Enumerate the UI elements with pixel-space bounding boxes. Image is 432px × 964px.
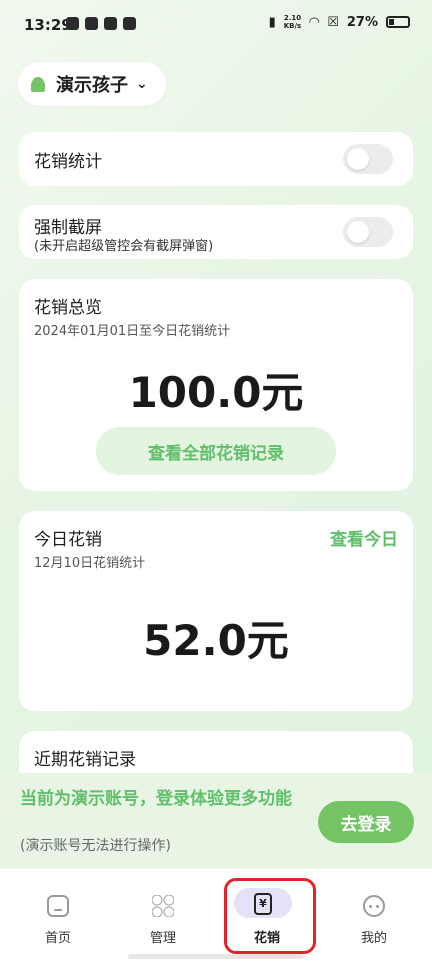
today-title: 今日花销 xyxy=(34,530,102,550)
status-bar: 13:29 ▮ 2.10 KB/s ◠ ☒ 27% xyxy=(0,0,432,52)
spend-overview-card: 花销总览 2024年01月01日至今日花销统计 100.0元 查看全部花销记录 xyxy=(19,279,413,491)
overview-amount: 100.0元 xyxy=(128,368,304,417)
login-button[interactable]: 去登录 xyxy=(318,801,414,843)
force-screenshot-subtitle: (未开启超级管控会有截屏弹窗) xyxy=(34,239,214,254)
spend-stats-toggle[interactable] xyxy=(343,144,393,174)
force-screenshot-toggle[interactable] xyxy=(343,217,393,247)
status-right: ▮ 2.10 KB/s ◠ ☒ 27% xyxy=(269,14,410,30)
toggle-knob xyxy=(347,148,369,170)
nav-label-me: 我的 xyxy=(360,931,387,946)
battery-icon xyxy=(386,16,410,28)
android-icon xyxy=(30,76,46,92)
bottom-nav: 首页 管理 花销 我的 xyxy=(0,869,432,964)
toggle-knob xyxy=(347,221,369,243)
overview-title: 花销总览 xyxy=(34,298,102,318)
view-today-link[interactable]: 查看今日 xyxy=(330,525,398,550)
face-icon xyxy=(363,895,385,917)
today-amount: 52.0元 xyxy=(143,616,289,665)
status-time: 13:29 xyxy=(24,16,72,34)
notification-icons xyxy=(66,17,136,30)
app-icon xyxy=(123,17,136,30)
view-all-records-button[interactable]: 查看全部花销记录 xyxy=(96,427,336,475)
grid-icon xyxy=(152,895,174,917)
home-indicator xyxy=(128,954,304,959)
chevron-down-icon: ⌄ xyxy=(136,76,148,92)
child-name: 演示孩子 xyxy=(56,75,128,96)
today-subtitle: 12月10日花销统计 xyxy=(34,556,146,571)
child-selector[interactable]: 演示孩子 ⌄ xyxy=(18,62,166,106)
demo-account-note: (演示账号无法进行操作) xyxy=(20,838,171,854)
nav-item-home[interactable]: 首页 xyxy=(4,885,112,946)
battery-text: 27% xyxy=(346,14,378,30)
demo-login-banner: 当前为演示账号，登录体验更多功能 (演示账号无法进行操作) 去登录 xyxy=(0,773,432,869)
demo-account-message: 当前为演示账号，登录体验更多功能 xyxy=(20,789,292,809)
overview-subtitle: 2024年01月01日至今日花销统计 xyxy=(34,324,231,339)
wifi-icon: ◠ xyxy=(309,14,320,30)
highlight-annotation xyxy=(224,878,316,954)
nav-item-manage[interactable]: 管理 xyxy=(109,885,217,946)
recent-title: 近期花销记录 xyxy=(34,750,136,770)
spend-stats-title: 花销统计 xyxy=(34,152,102,172)
home-icon xyxy=(47,895,69,917)
video-app-icon xyxy=(66,17,79,30)
chat-icon xyxy=(104,17,117,30)
nav-label-manage: 管理 xyxy=(149,931,176,946)
network-speed: 2.10 KB/s xyxy=(283,14,302,30)
mail-icon xyxy=(85,17,98,30)
today-spend-card: 今日花销 查看今日 12月10日花销统计 52.0元 xyxy=(19,511,413,711)
nav-label-home: 首页 xyxy=(44,931,71,946)
spend-stats-card: 花销统计 xyxy=(19,132,413,186)
vibrate-icon: ▮ xyxy=(268,14,276,30)
close-box-icon: ☒ xyxy=(327,14,339,30)
force-screenshot-card: 强制截屏 (未开启超级管控会有截屏弹窗) xyxy=(19,205,413,259)
nav-item-me[interactable]: 我的 xyxy=(320,885,428,946)
